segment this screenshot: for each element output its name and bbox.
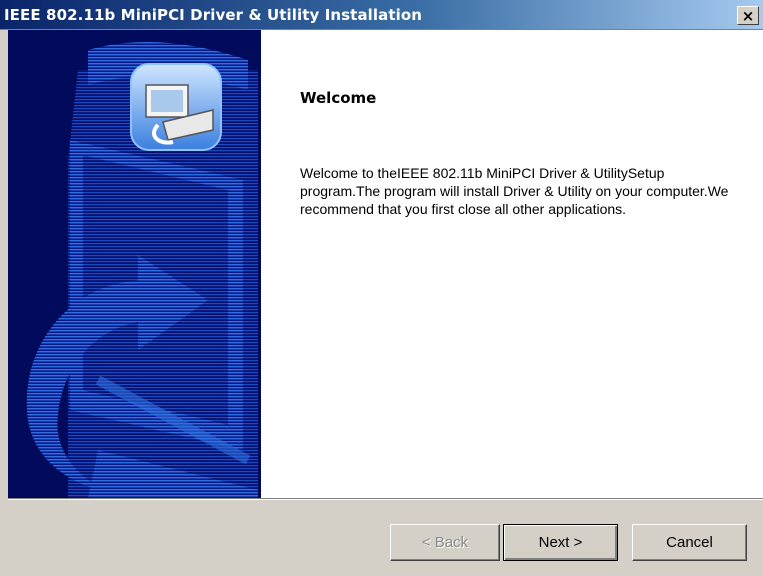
side-artwork <box>8 30 261 498</box>
installer-computer-icon <box>130 63 222 151</box>
divider-highlight <box>8 499 763 500</box>
welcome-message: Welcome to theIEEE 802.11b MiniPCI Drive… <box>300 165 729 217</box>
computer-illustration <box>8 30 261 498</box>
cancel-button[interactable]: Cancel <box>632 524 747 561</box>
installer-window: IEEE 802.11b MiniPCI Driver & Utility In… <box>0 0 763 576</box>
wizard-content: Welcome Welcome to theIEEE 802.11b MiniP… <box>8 30 763 498</box>
title-bar[interactable]: IEEE 802.11b MiniPCI Driver & Utility In… <box>0 0 763 30</box>
window-title: IEEE 802.11b MiniPCI Driver & Utility In… <box>4 6 423 24</box>
close-button[interactable]: × <box>737 6 759 25</box>
close-icon: × <box>741 6 755 25</box>
page-title: Welcome <box>300 89 377 107</box>
next-button[interactable]: Next > <box>503 524 618 561</box>
back-button[interactable]: < Back <box>390 524 500 561</box>
